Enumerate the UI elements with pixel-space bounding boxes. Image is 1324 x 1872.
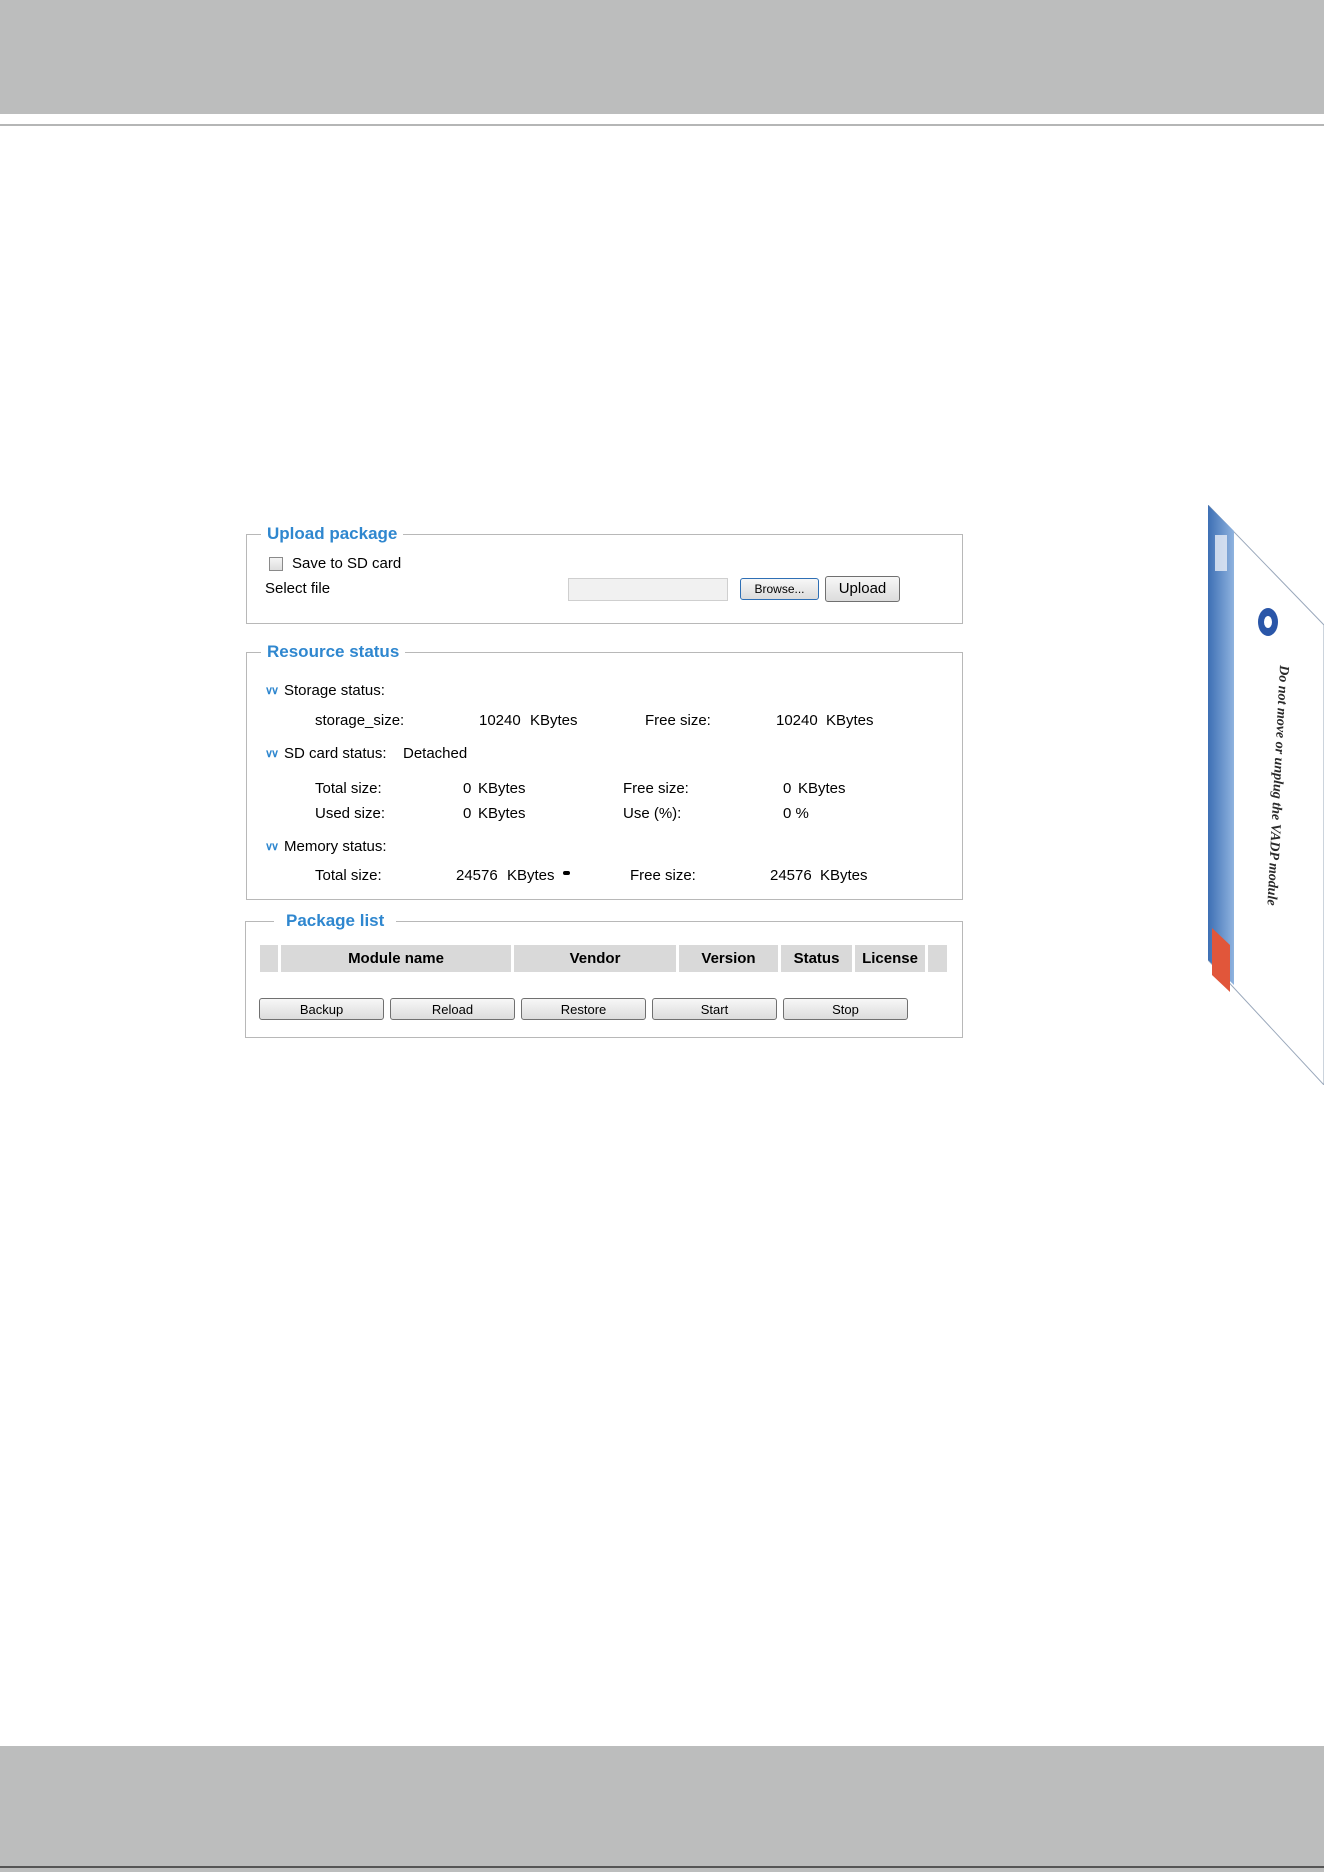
storage-expand-icon[interactable]: ∨∨ (265, 684, 279, 697)
package-table-header: Module name Vendor Version Status Licens… (260, 945, 947, 972)
sd-use-pct-label: Use (%): (623, 805, 682, 822)
sd-use-pct-value: 0 % (783, 805, 809, 822)
sd-used-value: 0 (463, 805, 472, 822)
vadp-warning-graphic: Do not move or unplug the VADP module (1207, 503, 1324, 1086)
storage-free-unit: KBytes (826, 712, 874, 729)
sd-total-label: Total size: (315, 780, 382, 797)
sd-free-label: Free size: (623, 780, 689, 797)
resource-status-legend: Resource status (267, 642, 400, 661)
column-license[interactable]: License (855, 945, 925, 972)
storage-size-label: storage_size: (315, 712, 405, 729)
header-cell-select (260, 945, 278, 972)
sd-free-value: 0 (783, 780, 792, 797)
restore-button[interactable]: Restore (521, 998, 646, 1020)
memory-free-value: 24576 (770, 867, 812, 884)
column-module-name[interactable]: Module name (281, 945, 511, 972)
resource-status-panel: Resource status (246, 642, 963, 900)
column-vendor[interactable]: Vendor (514, 945, 676, 972)
storage-free-label: Free size: (645, 712, 711, 729)
sd-used-unit: KBytes (478, 805, 526, 822)
upload-button[interactable]: Upload (825, 576, 900, 602)
column-version[interactable]: Version (679, 945, 778, 972)
sd-used-label: Used size: (315, 805, 386, 822)
memory-total-value: 24576 (456, 867, 498, 884)
storage-size-value: 10240 (479, 712, 521, 729)
cursor-mark-icon (563, 871, 570, 875)
storage-size-unit: KBytes (530, 712, 578, 729)
select-file-label: Select file (265, 580, 331, 597)
upload-package-legend: Upload package (267, 524, 398, 543)
storage-free-value: 10240 (776, 712, 818, 729)
storage-status-heading: Storage status: (284, 682, 385, 699)
warning-panel-illustration: Do not move or unplug the VADP module (1207, 503, 1324, 1086)
sd-card-expand-icon[interactable]: ∨∨ (265, 747, 279, 760)
stop-button[interactable]: Stop (783, 998, 908, 1020)
sd-total-unit: KBytes (478, 780, 526, 797)
save-to-sd-checkbox[interactable] (269, 557, 283, 571)
sd-card-state: Detached (403, 745, 468, 762)
reload-button[interactable]: Reload (390, 998, 515, 1020)
sd-total-value: 0 (463, 780, 472, 797)
file-path-input[interactable] (568, 578, 728, 601)
sd-free-unit: KBytes (798, 780, 846, 797)
package-list-legend: Package list (286, 911, 385, 930)
column-status[interactable]: Status (781, 945, 852, 972)
memory-total-unit: KBytes (507, 867, 555, 884)
memory-status-heading: Memory status: (284, 838, 387, 855)
sd-card-status-heading: SD card status: (284, 745, 387, 762)
backup-button[interactable]: Backup (259, 998, 384, 1020)
page-header-band (0, 0, 1324, 114)
memory-free-unit: KBytes (820, 867, 868, 884)
memory-expand-icon[interactable]: ∨∨ (265, 840, 279, 853)
memory-free-label: Free size: (630, 867, 696, 884)
save-to-sd-label: Save to SD card (292, 555, 402, 572)
browse-button[interactable]: Browse... (740, 578, 819, 600)
header-divider (0, 124, 1324, 126)
header-cell-end (928, 945, 947, 972)
start-button[interactable]: Start (652, 998, 777, 1020)
footer-rule (0, 1866, 1324, 1868)
upload-package-panel: Upload package (246, 524, 963, 624)
page-footer-band (0, 1746, 1324, 1872)
memory-total-label: Total size: (315, 867, 382, 884)
